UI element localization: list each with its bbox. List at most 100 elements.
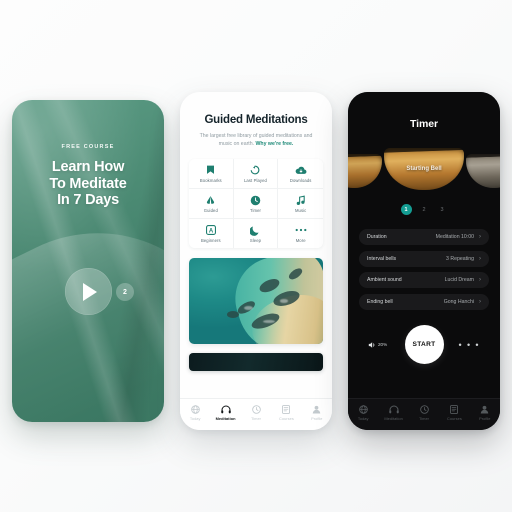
setting-key: Interval bells [367, 255, 397, 262]
phone-course-card[interactable]: FREE COURSE Learn How To Meditate In 7 D… [12, 100, 164, 422]
grid-item-downloads[interactable]: Downloads [278, 159, 323, 189]
grid-item-sleep[interactable]: Sleep [233, 219, 279, 248]
bottom-tab-bar: Today Meditation Timer Courses Profile [180, 398, 332, 430]
history-icon [250, 165, 260, 176]
grid-item-music[interactable]: Music [278, 189, 323, 219]
clock-icon [250, 195, 261, 206]
globe-icon [190, 405, 200, 415]
music-note-icon [296, 195, 306, 206]
headphones-icon [220, 405, 231, 415]
headphones-icon [388, 405, 399, 415]
tab-label: Profile [479, 416, 491, 422]
tab-label: Courses [279, 416, 294, 422]
course-kicker: FREE COURSE [61, 144, 115, 150]
category-grid: Bookmarks Last Played Downloads Guided T… [189, 159, 323, 248]
timer-page-title: Timer [410, 118, 438, 130]
phone-library[interactable]: Guided Meditations The largest free libr… [180, 92, 332, 430]
grid-label: Music [294, 207, 307, 213]
bowl-previous[interactable] [348, 154, 382, 188]
bowl-label: Starting Bell [406, 166, 442, 172]
book-icon [282, 405, 291, 415]
setting-row-ambient-sound[interactable]: Ambient sound Lucid Dream › [359, 272, 489, 288]
start-button[interactable]: START [404, 325, 444, 364]
tab-label: Timer [418, 416, 430, 422]
globe-icon [358, 405, 368, 415]
pagination-dot-1[interactable]: 1 [400, 204, 412, 215]
setting-value: Gong Hanchi [443, 298, 474, 305]
course-play-area [12, 268, 164, 315]
tab-label: Profile [311, 416, 323, 422]
moon-icon [250, 225, 260, 236]
chevron-right-icon: › [479, 277, 481, 283]
chevron-right-icon: › [479, 255, 481, 262]
aerial-coastline-photo [189, 258, 323, 344]
volume-value: 20% [378, 342, 388, 347]
clock-icon [419, 405, 429, 415]
person-icon [312, 405, 321, 415]
tab-label: Courses [447, 416, 462, 422]
featured-image-card[interactable] [189, 258, 323, 344]
tab-label: Today [189, 416, 201, 422]
course-title-line-2: To Meditate [49, 175, 127, 192]
tab-timer[interactable]: Timer [409, 405, 439, 422]
bottom-tab-bar: Today Meditation Timer Courses Profile [348, 398, 500, 430]
grid-label: Last Played [244, 177, 267, 183]
tab-label: Timer [250, 416, 262, 422]
clock-icon [251, 405, 261, 415]
tab-profile[interactable]: Profile [302, 405, 332, 422]
setting-key: Duration [367, 234, 387, 240]
tab-label: Today [357, 416, 369, 422]
chevron-right-icon: › [479, 298, 481, 305]
ellipsis-icon [295, 225, 307, 236]
phone-timer[interactable]: Timer Starting Bell 1 2 3 Duration Medit… [348, 92, 500, 430]
grid-item-bookmarks[interactable]: Bookmarks [189, 159, 234, 189]
grid-item-beginners[interactable]: A Beginners [189, 219, 234, 248]
play-button[interactable] [64, 268, 112, 315]
chevron-right-icon: › [479, 234, 481, 240]
setting-row-interval-bells[interactable]: Interval bells 3 Repeating › [359, 250, 489, 267]
course-count-badge: 2 [116, 283, 134, 301]
grid-item-guided[interactable]: Guided [189, 189, 234, 219]
play-icon [83, 282, 97, 301]
tab-courses[interactable]: Courses [271, 405, 301, 422]
tab-profile[interactable]: Profile [470, 405, 500, 422]
setting-row-duration[interactable]: Duration Meditation 10:00 › [359, 229, 489, 245]
why-were-free-link[interactable]: Why we're free. [256, 141, 294, 147]
grid-item-timer[interactable]: Timer [233, 189, 279, 219]
tab-timer[interactable]: Timer [241, 405, 271, 422]
grid-label: Sleep [249, 237, 262, 243]
tab-meditation[interactable]: Meditation [210, 405, 240, 422]
tab-today[interactable]: Today [180, 405, 210, 422]
tab-today[interactable]: Today [348, 405, 378, 422]
setting-key: Ending bell [367, 298, 393, 305]
setting-key: Ambient sound [367, 277, 402, 283]
tab-courses[interactable]: Courses [439, 405, 469, 422]
grid-label: Guided [203, 207, 218, 213]
praying-hands-icon [205, 195, 216, 206]
grid-label: Downloads [289, 177, 312, 183]
course-title-line-3: In 7 Days [57, 192, 119, 208]
bowl-next[interactable] [466, 154, 500, 188]
dark-promo-card[interactable] [189, 353, 323, 371]
timer-controls: 20% START • • • [348, 325, 500, 365]
tab-label: Meditation [384, 416, 403, 422]
setting-row-ending-bell[interactable]: Ending bell Gong Hanchi › [359, 293, 489, 310]
setting-value: Lucid Dream [444, 277, 474, 283]
tab-label: Meditation [215, 416, 236, 422]
singing-bowl-carousel[interactable]: Starting Bell [348, 140, 500, 202]
speaker-icon [368, 336, 376, 354]
volume-control[interactable]: 20% [368, 336, 387, 354]
pagination-dot-2[interactable]: 2 [419, 204, 430, 215]
library-header: Guided Meditations The largest free libr… [180, 92, 332, 148]
library-subtitle: The largest free library of guided medit… [190, 132, 322, 148]
setting-value: Meditation 10:00 [435, 234, 474, 240]
pagination-dot-3[interactable]: 3 [437, 204, 448, 215]
grid-item-more[interactable]: More [278, 219, 323, 248]
screenshot-stage: FREE COURSE Learn How To Meditate In 7 D… [0, 0, 512, 512]
grid-label: Beginners [200, 237, 221, 243]
setting-value: 3 Repeating [446, 255, 474, 262]
tab-meditation[interactable]: Meditation [378, 405, 408, 422]
grid-item-last-played[interactable]: Last Played [233, 159, 279, 189]
download-cloud-icon [295, 165, 307, 176]
grid-label: More [295, 237, 306, 243]
